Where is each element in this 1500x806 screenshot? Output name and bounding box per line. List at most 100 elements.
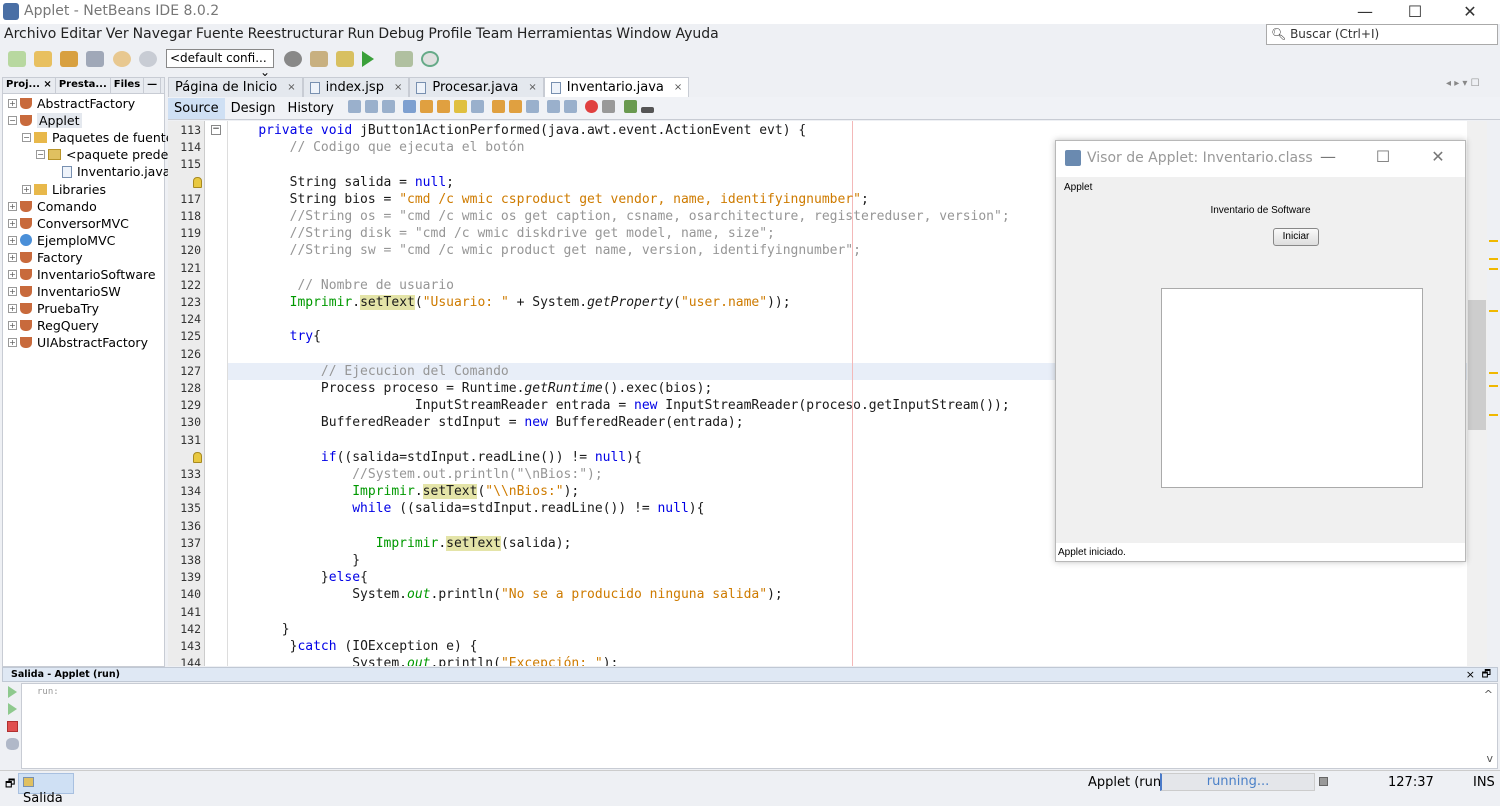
panel-tab[interactable]: Presta... — [56, 78, 111, 93]
collapse-icon[interactable]: − — [22, 133, 31, 143]
tree-item[interactable]: − <paquete predete — [36, 146, 181, 163]
tree-item[interactable]: − Paquetes de fuentes — [22, 129, 180, 146]
menu-herramientas[interactable]: Herramientas — [517, 26, 612, 42]
error-stripe-mark[interactable] — [1489, 258, 1498, 260]
menu-editar[interactable]: Editar — [60, 26, 101, 42]
menu-archivo[interactable]: Archivo — [4, 26, 56, 42]
rerun-icon[interactable] — [8, 686, 17, 698]
comment-icon[interactable] — [623, 99, 637, 113]
expand-icon[interactable]: + — [8, 338, 17, 348]
output-console[interactable]: run: ^ v — [2, 683, 1498, 769]
menu-navegar[interactable]: Navegar — [133, 26, 192, 42]
settings-icon[interactable] — [6, 738, 19, 750]
next-bookmark-icon[interactable] — [509, 99, 523, 113]
applet-maximize-button[interactable]: ☐ — [1368, 147, 1398, 166]
menu-reestructurar[interactable]: Reestructurar — [248, 26, 344, 42]
applet-menu[interactable]: Applet — [1064, 182, 1092, 193]
tab-close-icon[interactable]: × — [528, 82, 536, 93]
expand-icon[interactable]: + — [8, 270, 17, 279]
collapse-icon[interactable]: − — [8, 116, 17, 126]
tab-close-icon[interactable]: × — [394, 82, 402, 93]
fold-collapse-icon[interactable]: − — [211, 125, 221, 135]
close-button[interactable]: ✕ — [1450, 2, 1490, 21]
back-icon[interactable] — [364, 99, 378, 113]
new-file-icon[interactable] — [8, 51, 26, 67]
clean-build-icon[interactable] — [336, 51, 355, 67]
tree-item[interactable]: + InventarioSoftware — [8, 266, 156, 283]
hint-bulb-icon[interactable] — [193, 176, 202, 188]
expand-icon[interactable]: + — [8, 218, 17, 228]
menu-fuente[interactable]: Fuente — [196, 26, 244, 42]
save-all-icon[interactable] — [86, 51, 105, 67]
view-tab-design[interactable]: Design — [225, 98, 282, 119]
maximize-button[interactable]: ☐ — [1395, 2, 1435, 21]
uncomment-icon[interactable] — [640, 106, 654, 113]
cancel-task-icon[interactable] — [1319, 777, 1328, 786]
menu-debug[interactable]: Debug — [378, 26, 424, 42]
output-scroll-down[interactable]: v — [1486, 752, 1493, 765]
tree-item[interactable]: + AbstractFactory — [8, 95, 135, 112]
panel-tab[interactable]: Files — [111, 78, 145, 93]
error-stripe-mark[interactable] — [1489, 268, 1498, 270]
error-stripe-mark[interactable] — [1489, 240, 1498, 242]
stop-macro-icon[interactable] — [602, 99, 616, 113]
tree-item[interactable]: + Comando — [8, 198, 97, 215]
editor-scrollbar-thumb[interactable] — [1468, 300, 1486, 430]
view-tab-source[interactable]: Source — [168, 97, 225, 119]
rerun-with-params-icon[interactable] — [8, 703, 17, 715]
start-macro-icon[interactable] — [585, 99, 599, 113]
output-window-tab[interactable]: Salida — [18, 773, 74, 806]
tab-close-icon[interactable]: × — [674, 82, 682, 93]
toggle-bookmark-icon[interactable] — [526, 99, 540, 113]
output-close-button[interactable]: × — [1466, 668, 1475, 681]
open-project-icon[interactable] — [60, 51, 79, 67]
tree-item[interactable]: + PruebaTry — [8, 300, 99, 317]
tab-p-gina-de-inicio[interactable]: Página de Inicio × — [168, 77, 303, 97]
rect-select-icon[interactable] — [470, 99, 484, 113]
shift-left-icon[interactable] — [547, 99, 561, 113]
forward-icon[interactable] — [381, 99, 395, 113]
expand-icon[interactable]: + — [8, 201, 17, 211]
hint-bulb-icon[interactable] — [193, 451, 202, 463]
menu-profile[interactable]: Profile — [428, 26, 472, 42]
search-input[interactable]: 🔍︎ Buscar (Ctrl+I) — [1266, 24, 1498, 45]
expand-icon[interactable]: + — [22, 184, 31, 194]
expand-icon[interactable]: + — [8, 287, 17, 297]
debug-icon[interactable] — [394, 51, 413, 67]
tree-item[interactable]: + EjemploMVC — [8, 232, 115, 249]
expand-icon[interactable]: + — [8, 235, 17, 245]
output-textarea[interactable] — [1161, 288, 1423, 488]
output-restore-button[interactable]: 🗗 — [1482, 668, 1491, 681]
menu-ayuda[interactable]: Ayuda — [676, 26, 719, 42]
panel-tab[interactable]: Proj... × — [3, 78, 56, 93]
expand-icon[interactable]: + — [8, 304, 17, 314]
output-scroll-up[interactable]: ^ — [1484, 688, 1493, 701]
prev-bookmark-icon[interactable] — [492, 99, 506, 113]
expand-icon[interactable]: + — [8, 252, 17, 262]
stop-icon[interactable] — [7, 721, 18, 732]
configuration-select[interactable]: <default confi... ⌄ — [166, 49, 274, 79]
tree-item[interactable]: + Factory — [8, 249, 83, 266]
tree-item[interactable]: Inventario.java — [50, 163, 170, 180]
tree-item[interactable]: − Applet — [8, 112, 82, 129]
expand-icon[interactable]: + — [8, 99, 17, 108]
run-icon[interactable] — [362, 51, 375, 67]
new-project-icon[interactable] — [34, 51, 53, 67]
tree-item[interactable]: + InventarioSW — [8, 283, 121, 300]
tree-item[interactable]: + ConversorMVC — [8, 215, 129, 232]
tab-close-icon[interactable]: × — [287, 82, 295, 93]
expand-icon[interactable]: + — [8, 321, 17, 331]
applet-minimize-button[interactable]: — — [1313, 147, 1343, 166]
find-icon[interactable] — [402, 99, 416, 113]
toggle-highlight-icon[interactable] — [453, 99, 467, 113]
error-stripe-mark[interactable] — [1489, 372, 1498, 374]
tree-item[interactable]: + Libraries — [22, 181, 106, 198]
error-stripe-mark[interactable] — [1489, 414, 1498, 416]
collapse-icon[interactable]: − — [36, 150, 45, 160]
profile-icon[interactable] — [420, 51, 439, 67]
tab-index-jsp[interactable]: index.jsp × — [302, 77, 410, 97]
find-previous-icon[interactable] — [419, 99, 433, 113]
restore-window-icon[interactable]: 🗗 — [5, 775, 15, 794]
view-tab-history[interactable]: History — [282, 98, 340, 119]
error-stripe-mark[interactable] — [1489, 385, 1498, 387]
